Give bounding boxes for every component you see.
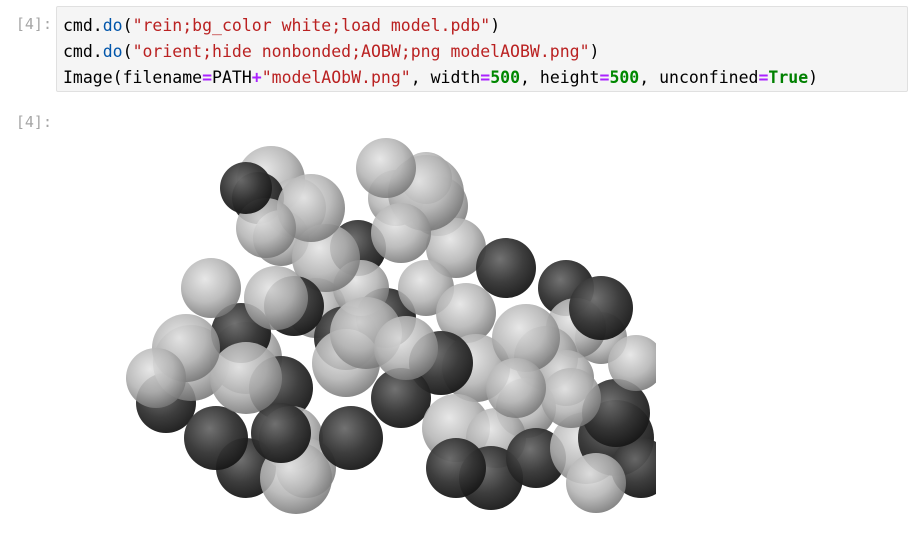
atom-sphere bbox=[374, 316, 438, 380]
atom-sphere bbox=[356, 138, 416, 198]
code-token: cmd. bbox=[63, 42, 103, 61]
output-prompt: [4]: bbox=[15, 113, 52, 131]
code-token: ) bbox=[808, 68, 819, 87]
atom-sphere bbox=[486, 358, 546, 418]
code-token: = bbox=[599, 68, 610, 87]
code-token: ) bbox=[490, 16, 501, 35]
code-token: , height bbox=[520, 68, 600, 87]
atom-sphere bbox=[251, 403, 311, 463]
code-token: True bbox=[768, 68, 809, 87]
atom-sphere bbox=[319, 406, 383, 470]
code-token: , width bbox=[410, 68, 481, 87]
code-token: "orient;hide nonbonded;AOBW;png modelAOB… bbox=[132, 42, 590, 61]
atom-sphere bbox=[371, 203, 431, 263]
code-input-area[interactable]: cmd.do("rein;bg_color white;load model.p… bbox=[56, 6, 908, 92]
code-line-2: cmd.do("orient;hide nonbonded;AOBW;png m… bbox=[63, 39, 907, 65]
atom-sphere bbox=[569, 276, 633, 340]
code-token: 500 bbox=[490, 68, 521, 87]
input-prompt: [4]: bbox=[15, 15, 52, 33]
code-token: Image(filename bbox=[63, 68, 203, 87]
code-token: PATH bbox=[212, 68, 252, 87]
code-token: + bbox=[251, 68, 262, 87]
code-token: ( bbox=[122, 42, 133, 61]
atom-sphere bbox=[181, 258, 241, 318]
atom-sphere bbox=[244, 266, 308, 330]
code-token: = bbox=[480, 68, 491, 87]
code-token: = bbox=[202, 68, 213, 87]
code-token: 500 bbox=[609, 68, 640, 87]
atom-sphere bbox=[220, 162, 272, 214]
code-token: , unconfined bbox=[639, 68, 759, 87]
atom-sphere bbox=[426, 438, 486, 498]
code-token: ) bbox=[589, 42, 600, 61]
code-token: "modelAObW.png" bbox=[261, 68, 411, 87]
code-line-1: cmd.do("rein;bg_color white;load model.p… bbox=[63, 13, 907, 39]
output-image bbox=[96, 138, 656, 530]
atom-sphere bbox=[566, 453, 626, 513]
code-token: do bbox=[102, 42, 123, 61]
atom-sphere bbox=[126, 348, 186, 408]
code-token: ( bbox=[122, 16, 133, 35]
code-line-3: Image(filename=PATH+"modelAObW.png", wid… bbox=[63, 65, 907, 91]
atom-sphere bbox=[541, 368, 601, 428]
atom-sphere bbox=[184, 406, 248, 470]
code-token: cmd. bbox=[63, 16, 103, 35]
atom-sphere bbox=[476, 238, 536, 298]
code-token: "rein;bg_color white;load model.pdb" bbox=[132, 16, 491, 35]
code-token: do bbox=[102, 16, 123, 35]
atom-sphere bbox=[210, 342, 282, 414]
molecule-rendering bbox=[126, 138, 656, 514]
code-token: = bbox=[758, 68, 769, 87]
